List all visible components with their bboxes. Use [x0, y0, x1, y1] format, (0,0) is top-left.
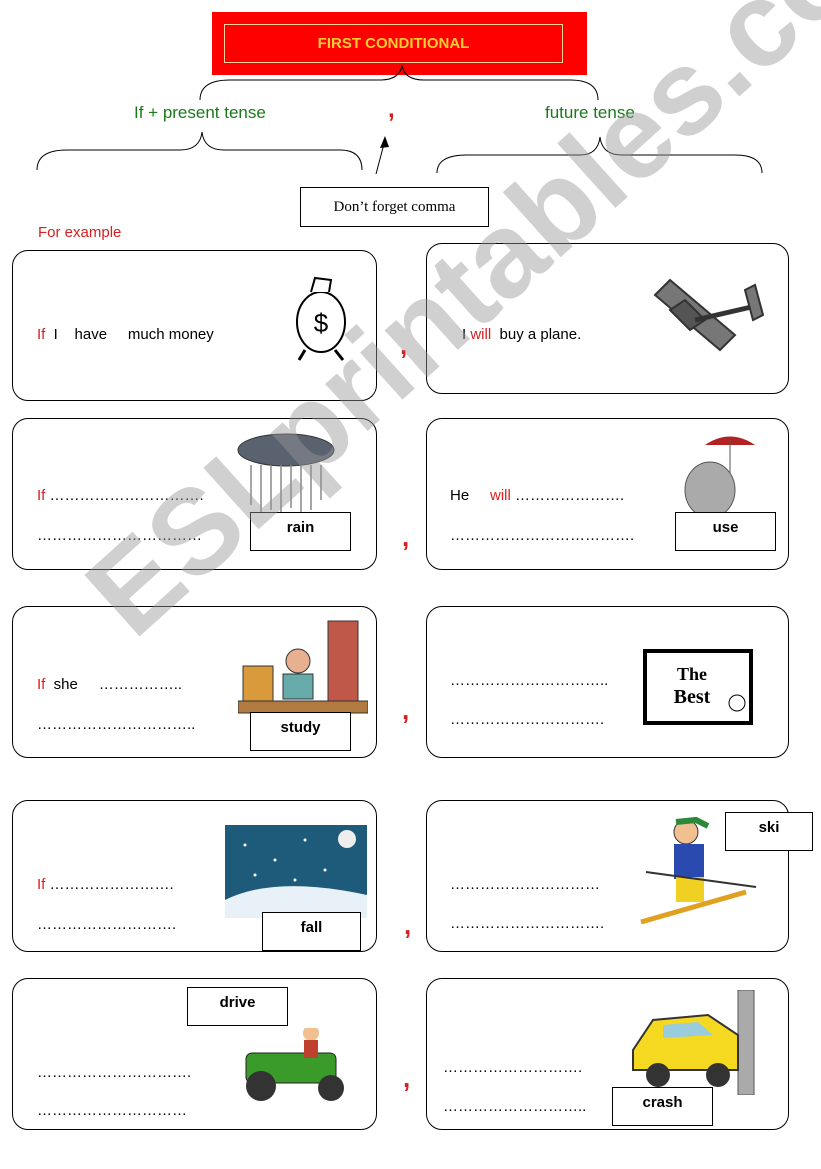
if-clause-line-2: ………………………… [37, 1102, 187, 1119]
result-clause-line-2: …………………………. [450, 915, 605, 932]
verb-label-study: study [250, 712, 351, 751]
result-clause-line-2: ………………………………. [450, 527, 635, 544]
car-crash-icon [632, 990, 755, 1095]
example-if-clause: If I have much money [37, 326, 214, 343]
verb-label-use: use [675, 512, 776, 551]
lawn-tractor-icon [245, 1028, 344, 1101]
svg-text:$: $ [314, 308, 329, 338]
student-books-icon [238, 620, 368, 714]
verb-label-drive: drive [187, 987, 288, 1026]
if-clause-line-2: ………………………….. [37, 716, 196, 733]
rain-cloud-icon [237, 433, 335, 515]
example-label: For example [38, 224, 122, 241]
if-clause-line-1: If she …………….. [37, 676, 183, 693]
braces-diagram [36, 64, 763, 175]
future-tense-label: future tense [545, 103, 635, 122]
elephant-umbrella-icon [684, 436, 755, 515]
snow-night-icon [225, 825, 367, 918]
money-bag-icon: $ [296, 276, 346, 361]
if-clause-line-2: ………………………. [37, 916, 177, 933]
comma-note: Don’t forget comma [300, 187, 489, 227]
if-clause-line-2: …………………………… [37, 527, 202, 544]
comma: , [400, 330, 408, 360]
comma: , [402, 695, 410, 725]
if-clause-line-1: If …………………………. [37, 487, 204, 504]
result-clause-line-2: ……………………….. [443, 1098, 587, 1115]
if-present-tense-label: If + present tense [134, 103, 266, 122]
example-result-clause: I will buy a plane. [462, 326, 582, 343]
result-clause-line-1: ………………………… [450, 876, 600, 893]
svg-text:Best: Best [674, 686, 711, 708]
verb-label-crash: crash [612, 1087, 713, 1126]
svg-text:The: The [677, 664, 707, 684]
verb-label-fall: fall [262, 912, 361, 951]
if-clause-line-1: …………………………. [37, 1064, 192, 1081]
verb-label-rain: rain [250, 512, 351, 551]
comma: , [403, 1063, 411, 1093]
comma: , [402, 522, 410, 552]
result-clause-line-1: He will …………………. [450, 487, 625, 504]
result-clause-line-2: …………………………. [450, 711, 605, 728]
result-clause-line-1: ………………………….. [450, 672, 609, 689]
the-best-certificate-icon: TheBest [643, 649, 753, 725]
result-clause-line-1: ………………………. [443, 1059, 583, 1076]
airplane-icon [653, 278, 765, 352]
worksheet: FIRST CONDITIONAL If + present tense , f… [0, 0, 821, 1169]
verb-label-ski: ski [725, 812, 813, 851]
comma: , [404, 910, 412, 940]
if-clause-line-1: If ……………………. [37, 876, 174, 893]
structure-comma: , [388, 96, 395, 123]
